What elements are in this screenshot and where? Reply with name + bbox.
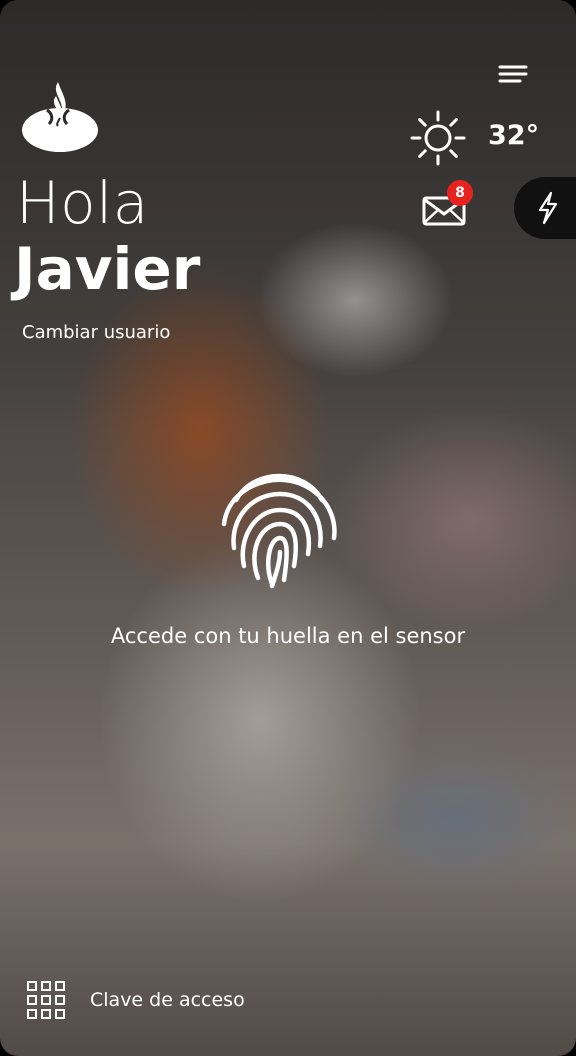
- switch-user-link[interactable]: Cambiar usuario: [22, 322, 170, 343]
- fingerprint-message: Accede con tu huella en el sensor: [110, 624, 466, 648]
- temperature-label: 32°: [488, 120, 540, 151]
- fingerprint-icon[interactable]: [214, 462, 344, 592]
- quick-action-tab[interactable]: [514, 177, 576, 239]
- greeting-hello: Hola: [16, 169, 149, 237]
- lightning-icon: [538, 191, 558, 225]
- access-key-button[interactable]: Clave de acceso: [90, 989, 245, 1011]
- keypad-grid-icon[interactable]: [26, 980, 66, 1020]
- user-name: Javier: [14, 235, 201, 303]
- notification-badge: 8: [447, 180, 473, 206]
- sun-icon[interactable]: [410, 110, 466, 166]
- bank-logo-icon: [22, 82, 98, 152]
- menu-icon[interactable]: [496, 62, 530, 88]
- login-screen: Hola Javier Cambiar usuario 32° 8 Accede…: [0, 0, 576, 1056]
